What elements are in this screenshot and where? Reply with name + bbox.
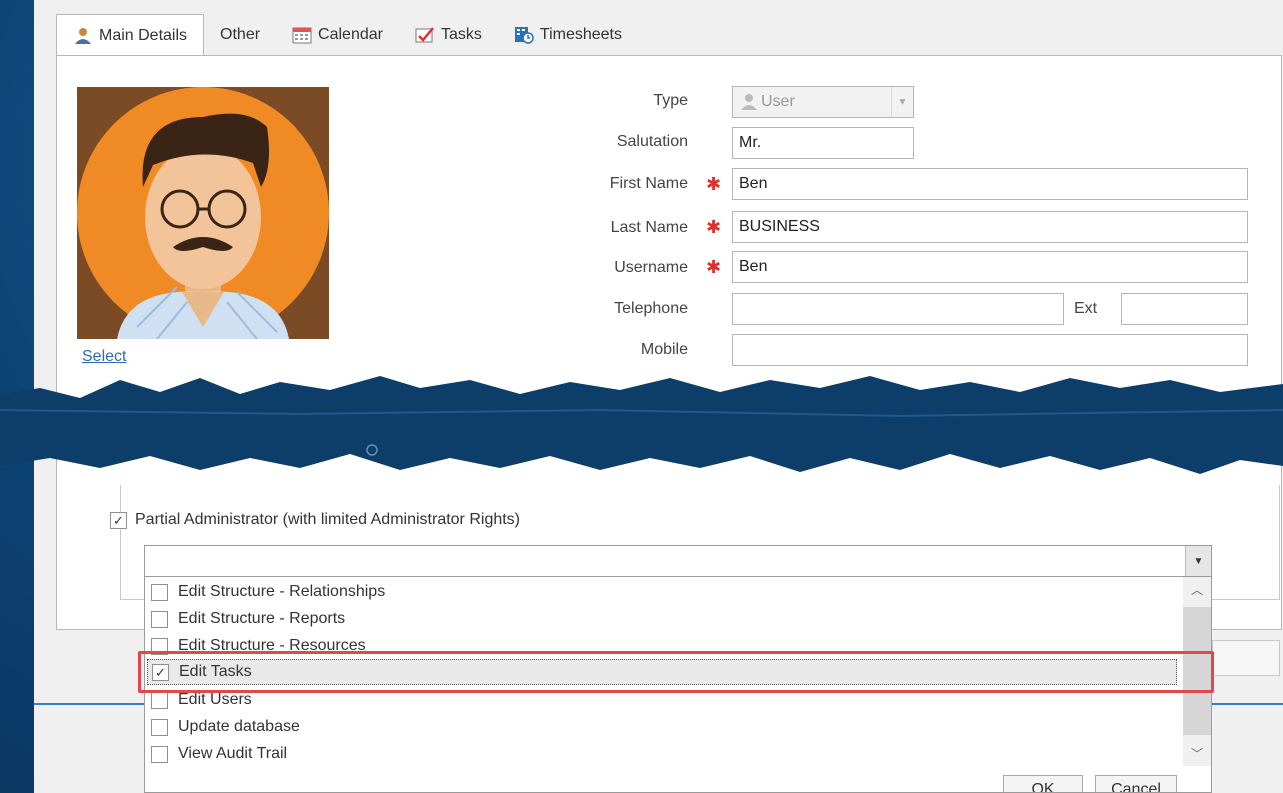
partial-admin-checkbox[interactable]: ✓ Partial Administrator (with limited Ad… — [110, 511, 520, 529]
side-box — [1212, 640, 1280, 676]
partial-admin-label: Partial Administrator (with limited Admi… — [135, 511, 521, 528]
list-item[interactable]: Edit Structure - Relationships — [151, 579, 385, 605]
calendar-icon — [292, 26, 312, 44]
type-value: User — [761, 93, 795, 110]
tab-label: Calendar — [318, 26, 383, 43]
chevron-down-icon[interactable]: ﹀ — [1183, 745, 1211, 762]
required-icon: ✱ — [706, 257, 722, 277]
rights-dropdown[interactable]: ▼ — [144, 545, 1212, 577]
checkbox[interactable] — [151, 583, 168, 601]
last-name-label: Last Name — [610, 219, 688, 236]
highlight-frame — [138, 651, 1214, 693]
user-icon — [73, 27, 93, 45]
salutation-field[interactable]: Mr. — [732, 127, 914, 159]
ext-label: Ext — [1074, 300, 1098, 317]
checkbox[interactable] — [151, 691, 168, 709]
user-icon — [739, 93, 761, 111]
list-item-label: Edit Structure - Reports — [178, 610, 346, 627]
list-item[interactable]: Edit Structure - Reports — [151, 606, 345, 632]
cancel-button[interactable]: Cancel — [1095, 775, 1177, 792]
first-name-label: First Name — [609, 175, 688, 192]
checkbox[interactable] — [151, 718, 168, 736]
username-label: Username — [614, 259, 688, 276]
tab-timesheets[interactable]: Timesheets — [498, 14, 638, 56]
tab-strip: Main Details Other Calendar Tasks Timesh… — [56, 14, 638, 56]
list-item-label: View Audit Trail — [178, 745, 288, 762]
chevron-up-icon[interactable]: ︿ — [1183, 581, 1211, 598]
list-item-label: Edit Users — [178, 691, 252, 708]
torn-edge-decoration — [0, 376, 1283, 474]
ext-field[interactable] — [1121, 293, 1248, 325]
tab-main-details[interactable]: Main Details — [56, 14, 205, 56]
telephone-field[interactable] — [732, 293, 1064, 325]
ok-button[interactable]: OK — [1003, 775, 1083, 792]
checkbox[interactable] — [151, 745, 168, 763]
first-name-field[interactable]: Ben — [732, 168, 1248, 200]
checkbox[interactable]: ✓ — [110, 511, 127, 529]
tab-other[interactable]: Other — [204, 14, 276, 56]
tab-label: Tasks — [440, 26, 482, 43]
tab-label: Main Details — [99, 26, 188, 44]
username-field[interactable]: Ben — [732, 251, 1248, 283]
tab-tasks[interactable]: Tasks — [399, 14, 498, 56]
checkbox[interactable] — [151, 610, 168, 628]
list-item-label: Edit Structure - Relationships — [178, 583, 386, 600]
tab-label: Other — [220, 26, 261, 43]
type-combo[interactable]: User ▼ — [732, 86, 914, 118]
tab-calendar[interactable]: Calendar — [276, 14, 399, 56]
tasks-icon — [415, 26, 435, 44]
list-item[interactable]: Update database — [151, 714, 300, 740]
mobile-label: Mobile — [640, 341, 688, 358]
list-item-label: Update database — [178, 718, 300, 735]
salutation-label: Salutation — [616, 133, 688, 150]
select-avatar-link[interactable]: Select — [82, 348, 126, 366]
avatar[interactable] — [77, 87, 329, 339]
required-icon: ✱ — [706, 174, 722, 194]
telephone-label: Telephone — [614, 300, 688, 317]
tab-label: Timesheets — [539, 26, 622, 43]
timesheet-icon — [514, 26, 534, 44]
required-icon: ✱ — [706, 217, 722, 237]
list-item[interactable]: View Audit Trail — [151, 741, 287, 767]
last-name-field[interactable]: BUSINESS — [732, 211, 1248, 243]
type-label: Type — [653, 92, 688, 109]
mobile-field[interactable] — [732, 334, 1248, 366]
chevron-down-icon[interactable]: ▼ — [891, 87, 913, 117]
chevron-down-icon[interactable]: ▼ — [1185, 546, 1211, 576]
